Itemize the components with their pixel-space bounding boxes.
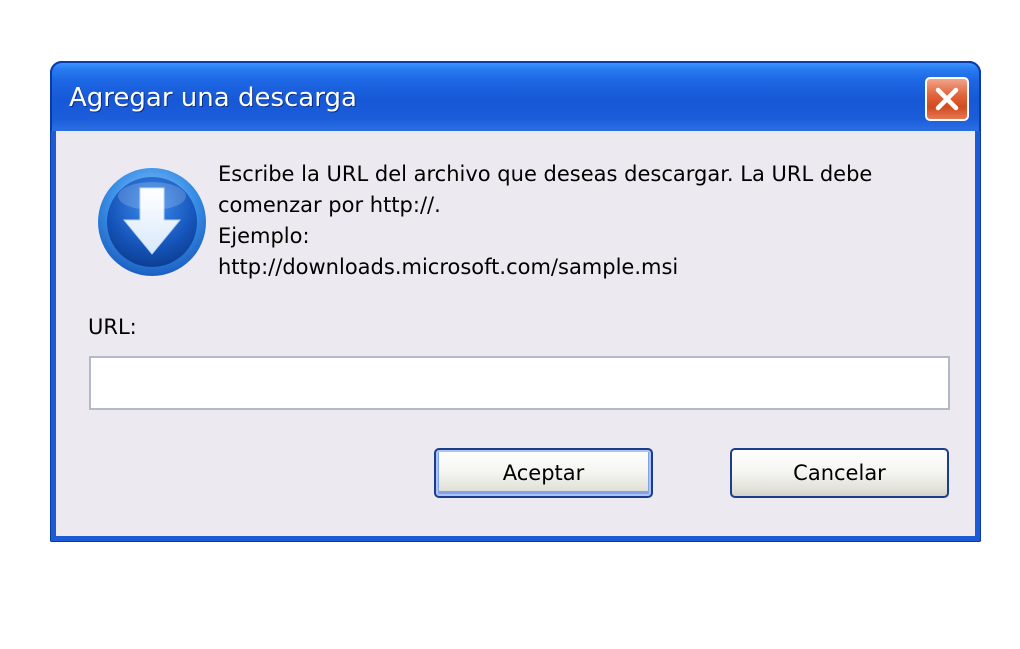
dialog-title: Agregar una descarga [69,83,357,113]
download-arrow-icon [98,168,206,276]
close-button[interactable] [925,77,969,121]
message-line: comenzar por http://. [218,193,441,217]
cancel-button[interactable]: Cancelar [730,448,949,498]
close-icon [935,87,959,111]
url-input[interactable] [89,356,950,410]
message-line: http://downloads.microsoft.com/sample.ms… [218,255,679,279]
message-line: Escribe la URL del archivo que deseas de… [218,162,873,186]
instruction-message: Escribe la URL del archivo que deseas de… [218,159,958,283]
url-label: URL: [88,315,137,339]
title-bar[interactable]: Agregar una descarga [50,61,981,131]
message-line: Ejemplo: [218,224,310,248]
add-download-dialog: Agregar una descarga Escribe la URL del … [50,61,981,542]
dialog-body: Escribe la URL del archivo que deseas de… [56,131,975,536]
accept-button[interactable]: Aceptar [434,448,653,498]
